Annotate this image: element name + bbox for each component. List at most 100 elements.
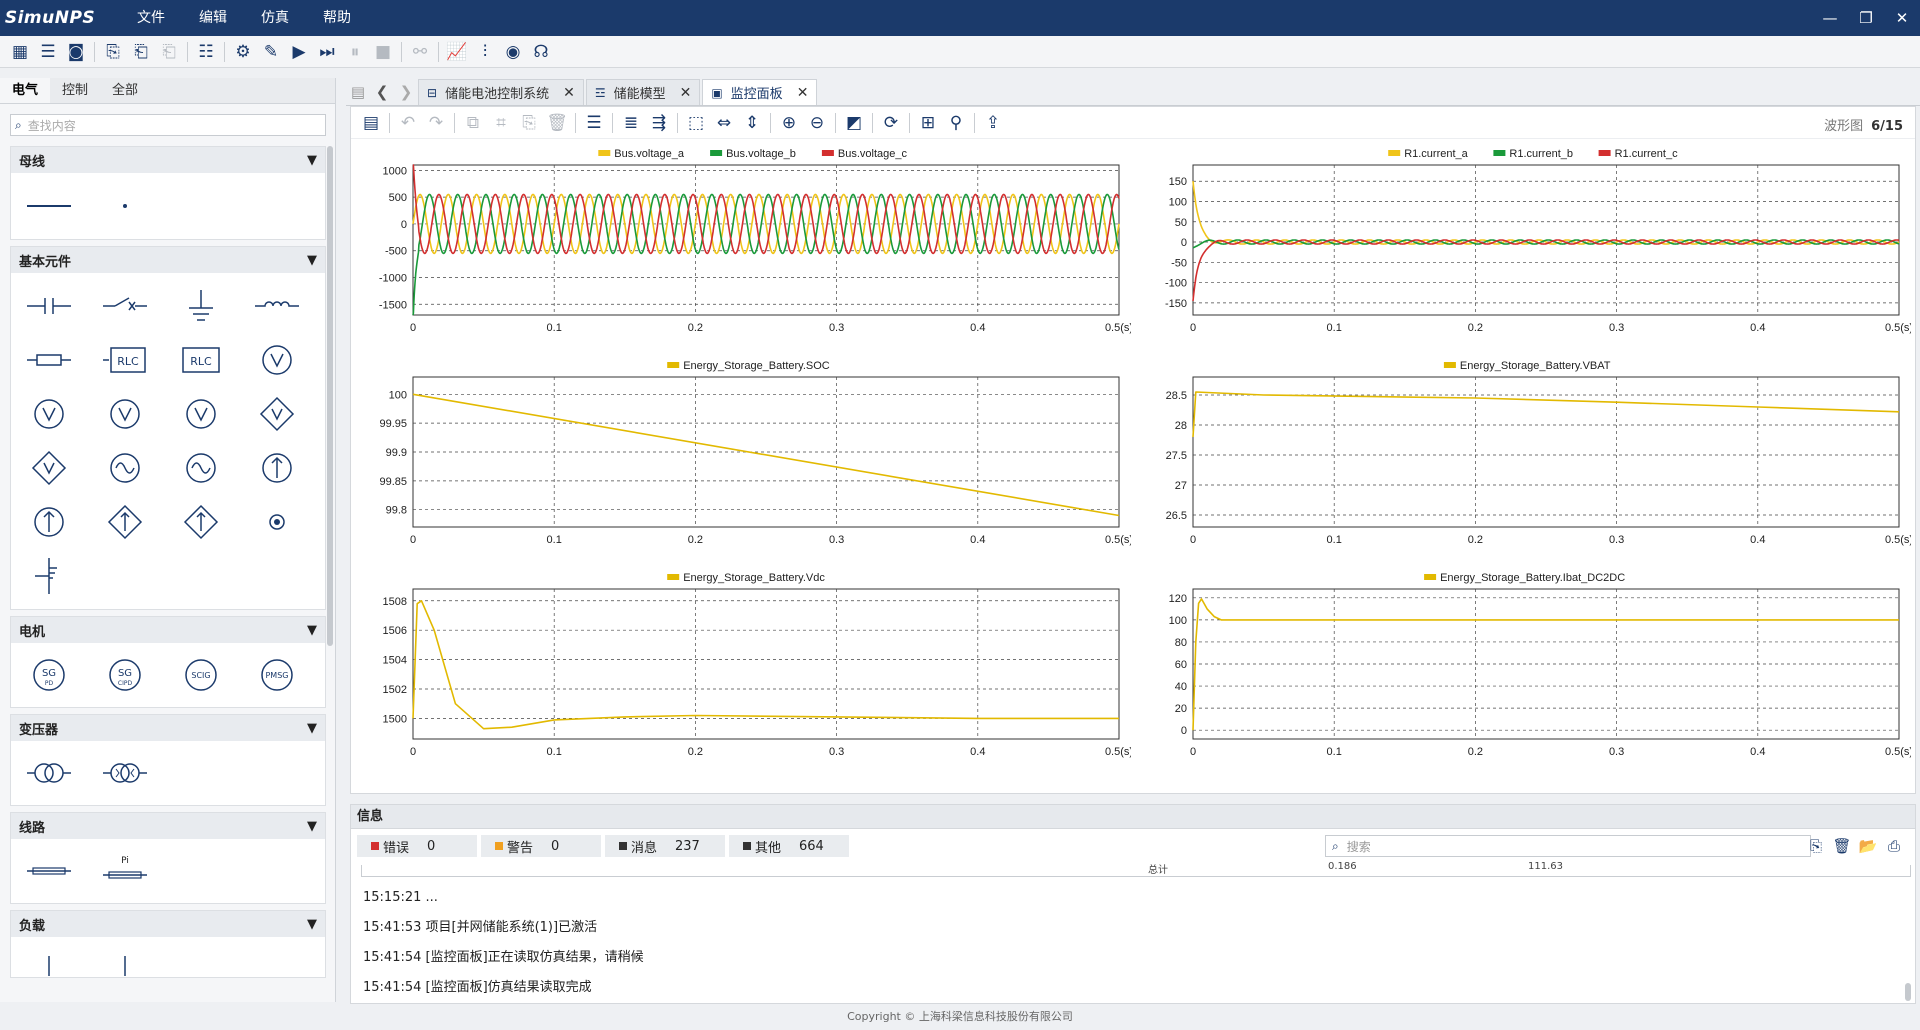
tab-monitor-panel[interactable]: ▣ 监控面板 ✕	[702, 79, 818, 105]
category-header[interactable]: 变压器 ▼	[11, 715, 325, 741]
transformer-yd-icon[interactable]	[95, 746, 155, 800]
restore-button[interactable]: ❐	[1848, 0, 1884, 36]
copy-log-icon[interactable]: ⎘	[1803, 835, 1829, 857]
sg-cipd-icon[interactable]: SG CIPD	[95, 648, 155, 702]
close-button[interactable]: ✕	[1884, 0, 1920, 36]
rlc-parallel-icon[interactable]: RLC	[171, 333, 231, 387]
sg-pd-icon[interactable]: SG PD	[19, 648, 79, 702]
paste-icon[interactable]: ⎘	[515, 110, 543, 136]
library-search-input[interactable]: ⌕ 查找内容	[10, 114, 326, 136]
voltage-source-icon[interactable]	[95, 387, 155, 441]
settings-icon[interactable]: ☷	[192, 39, 220, 65]
edit-icon[interactable]: ✎	[257, 39, 285, 65]
stop-icon[interactable]: ■	[369, 39, 397, 65]
copy-icon[interactable]: ⧉	[459, 110, 487, 136]
filter-warnings[interactable]: 警告 0	[481, 835, 601, 857]
load-icon[interactable]	[19, 937, 79, 991]
grounding-switch-icon[interactable]	[19, 549, 79, 603]
open-file-icon[interactable]: ⎗	[127, 39, 155, 65]
fit-height-icon[interactable]: ⇕	[738, 110, 766, 136]
measurement-point-icon[interactable]	[247, 495, 307, 549]
chart-icon[interactable]: 📈	[443, 39, 471, 65]
category-header[interactable]: 线路 ▼	[11, 813, 325, 839]
chart-battery-soc[interactable]: Energy_Storage_Battery.SOC 0 0.1 0.2 0.3 0.4 0…	[351, 353, 1133, 563]
ac-source-icon[interactable]	[171, 441, 231, 495]
tab-control[interactable]: 控制	[50, 78, 100, 103]
voltage-source-icon[interactable]	[247, 333, 307, 387]
tab-all[interactable]: 全部	[100, 78, 150, 103]
undo-icon[interactable]: ↶	[394, 110, 422, 136]
current-source-icon[interactable]	[19, 495, 79, 549]
chart-battery-vbat[interactable]: Energy_Storage_Battery.VBAT 0 0.1 0.2 0.3 0.4…	[1131, 353, 1913, 563]
load-icon[interactable]	[95, 937, 155, 991]
select-area-icon[interactable]: ⬚	[682, 110, 710, 136]
bus-node-icon[interactable]	[95, 179, 155, 233]
close-icon[interactable]: ✕	[797, 85, 809, 101]
grid-icon[interactable]: ▦	[6, 39, 34, 65]
close-icon[interactable]: ✕	[680, 85, 692, 101]
voltage-source-icon[interactable]	[171, 387, 231, 441]
fit-width-icon[interactable]: ⇔	[710, 110, 738, 136]
chart-bus-voltage[interactable]: Bus.voltage_a Bus.voltage_b Bus.voltage_c 0…	[351, 141, 1133, 351]
link-icon[interactable]: ⚯	[406, 39, 434, 65]
align-right-icon[interactable]: ⇶	[645, 110, 673, 136]
transformer-icon[interactable]	[19, 746, 79, 800]
page-icon[interactable]: ▤	[346, 79, 370, 105]
controlled-current-source-icon[interactable]	[95, 495, 155, 549]
step-icon[interactable]: ⏭	[313, 39, 341, 65]
library-scrollbar[interactable]	[327, 146, 333, 646]
refresh-icon[interactable]: ⟳	[877, 110, 905, 136]
export-icon[interactable]: ⇪	[979, 110, 1007, 136]
category-header[interactable]: 母线 ▼	[11, 147, 325, 173]
disk-icon[interactable]: ◙	[62, 39, 90, 65]
controlled-voltage-source-icon[interactable]	[19, 441, 79, 495]
tab-electrical[interactable]: 电气	[0, 78, 51, 103]
capacitor-icon[interactable]	[19, 279, 79, 333]
menu-simulate[interactable]: 仿真	[244, 0, 306, 36]
minimize-button[interactable]: —	[1812, 0, 1848, 36]
lock-icon[interactable]: ◉	[499, 39, 527, 65]
signal-icon[interactable]: ⚲	[942, 110, 970, 136]
controlled-voltage-source-icon[interactable]	[247, 387, 307, 441]
chart-r1-current[interactable]: R1.current_a R1.current_b R1.current_c 0 0.1…	[1131, 141, 1913, 351]
grid-select-icon[interactable]: ⊞	[914, 110, 942, 136]
nav-forward-icon[interactable]: ❯	[394, 79, 418, 105]
pause-icon[interactable]: ⏸	[341, 39, 369, 65]
properties-icon[interactable]: ▤	[357, 110, 385, 136]
rlc-series-icon[interactable]: RLC	[95, 333, 155, 387]
chart-battery-ibat[interactable]: Energy_Storage_Battery.Ibat_DC2DC 0 0.1 0.2…	[1131, 565, 1913, 775]
filter-errors[interactable]: 错误 0	[357, 835, 477, 857]
delete-icon[interactable]: 🗑	[543, 110, 571, 136]
copy-file-icon[interactable]: ⎗	[155, 39, 183, 65]
current-source-icon[interactable]	[247, 441, 307, 495]
log-scrollbar[interactable]	[1905, 983, 1911, 1001]
nav-back-icon[interactable]: ❮	[370, 79, 394, 105]
crop-icon[interactable]: ⌗	[487, 110, 515, 136]
sliders-icon[interactable]: ⫶	[471, 39, 499, 65]
redo-icon[interactable]: ↷	[422, 110, 450, 136]
tab-storage-model[interactable]: ☲ 储能模型 ✕	[585, 79, 701, 105]
ground-icon[interactable]	[171, 279, 231, 333]
scig-icon[interactable]: SCIG	[171, 648, 231, 702]
category-header[interactable]: 负载 ▼	[11, 911, 325, 937]
breaker-icon[interactable]	[95, 279, 155, 333]
menu-edit[interactable]: 编辑	[182, 0, 244, 36]
chart-battery-vdc[interactable]: Energy_Storage_Battery.Vdc 0 0.1 0.2 0.3 0.4 0…	[351, 565, 1134, 775]
category-header[interactable]: 电机 ▼	[11, 617, 325, 643]
transmission-line-icon[interactable]	[19, 844, 79, 898]
zoom-in-icon[interactable]: ⊕	[775, 110, 803, 136]
close-icon[interactable]: ✕	[563, 85, 575, 101]
controlled-current-source-icon[interactable]	[171, 495, 231, 549]
category-header[interactable]: 基本元件 ▼	[11, 247, 325, 273]
layout-icon[interactable]: ◩	[840, 110, 868, 136]
pmsg-icon[interactable]: PMSG	[247, 648, 307, 702]
resistor-icon[interactable]	[19, 333, 79, 387]
list-icon[interactable]: ☰	[34, 39, 62, 65]
clear-log-icon[interactable]: 🗑	[1829, 835, 1855, 857]
layout-rows-icon[interactable]: ☰	[580, 110, 608, 136]
align-icon[interactable]: ≣	[617, 110, 645, 136]
open-folder-icon[interactable]: 📂	[1855, 835, 1881, 857]
filter-messages[interactable]: 消息 237	[605, 835, 725, 857]
bus-bar-icon[interactable]	[19, 179, 79, 233]
print-icon[interactable]: ⎙	[1881, 835, 1907, 857]
